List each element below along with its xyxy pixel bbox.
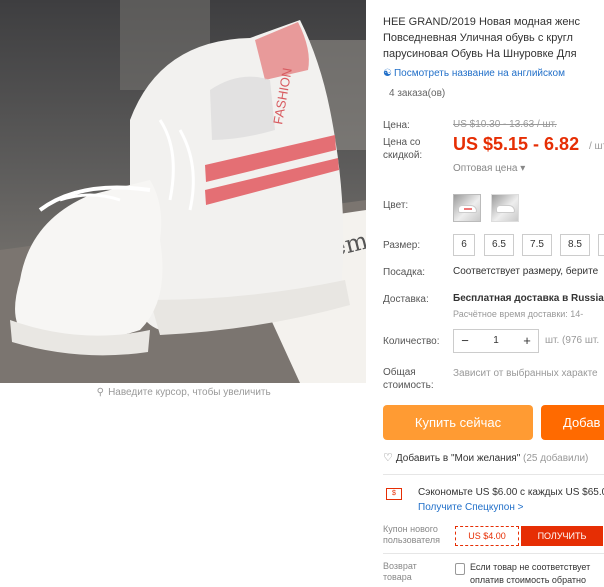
add-to-wishlist-link[interactable]: ♡ Добавить в "Мои желания" (25 добавили) — [383, 451, 588, 464]
discount-price: US $5.15 - 6.82 — [453, 134, 580, 154]
total-value: Зависит от выбранных характе — [453, 368, 598, 379]
shipping-time: Расчётное время доставки: 14- — [453, 309, 584, 319]
promo-save-text: Сэкономьте US $6.00 с каждых US $65.0 — [418, 487, 604, 498]
translate-icon: ☯ — [383, 68, 392, 79]
wishlist-count: (25 добавили) — [523, 453, 589, 464]
size-option-partial[interactable] — [598, 234, 604, 256]
size-option[interactable]: 6.5 — [484, 234, 514, 256]
size-option[interactable]: 8.5 — [560, 234, 590, 256]
quantity-increase-button[interactable]: + — [516, 330, 538, 352]
color-label: Цвет: — [383, 200, 409, 211]
divider — [383, 553, 604, 554]
old-price: US $10.30 - 13.63 / шт. — [453, 119, 557, 130]
size-option[interactable]: 6 — [453, 234, 475, 256]
color-option-2[interactable] — [491, 194, 519, 222]
return-policy-text: Если товар не соответствует оплатив стои… — [470, 562, 591, 585]
magnifier-icon: ⚲ — [96, 387, 104, 398]
get-promo-coupon-link[interactable]: Получите Спецкупон > — [418, 502, 524, 513]
fit-label: Посадка: — [383, 267, 426, 278]
fit-value: Соответствует размеру, берите — [453, 266, 599, 277]
discount-price-label: Цена со скидкой: — [383, 137, 423, 161]
shipping-label: Доставка: — [383, 294, 429, 305]
get-coupon-button[interactable]: ПОЛУЧИТЬ — [521, 526, 603, 546]
size-label: Размер: — [383, 240, 421, 251]
translate-link[interactable]: ☯ Посмотреть название на английском — [383, 68, 565, 79]
heart-icon: ♡ — [383, 452, 393, 464]
price-label: Цена: — [383, 120, 410, 131]
product-info-panel: HEE GRAND/2019 Новая модная женс Повседн… — [383, 0, 604, 587]
quantity-stepper: − 1 + — [453, 329, 539, 353]
wholesale-price-dropdown[interactable]: Оптовая цена ▾ — [453, 163, 525, 174]
quantity-label: Количество: — [383, 336, 440, 347]
coupon-icon: $ — [386, 488, 402, 500]
size-option[interactable]: 7.5 — [522, 234, 552, 256]
new-user-coupon-label: Купон нового пользователя — [383, 524, 440, 545]
product-image[interactable]: Decem FASHION — [0, 0, 366, 383]
product-title: HEE GRAND/2019 Новая модная женс Повседн… — [383, 16, 581, 60]
zoom-hint: ⚲ Наведите курсор, чтобы увеличить — [96, 387, 271, 398]
quantity-input[interactable]: 1 — [476, 330, 516, 352]
add-to-cart-button[interactable]: Добав — [541, 405, 604, 440]
quantity-decrease-button[interactable]: − — [454, 330, 476, 352]
orders-count: 4 заказа(ов) — [389, 88, 446, 99]
sneaker-photo: Decem FASHION — [0, 0, 366, 383]
shipping-value[interactable]: Бесплатная доставка в Russia — [453, 293, 604, 304]
return-policy-icon — [455, 563, 465, 575]
quantity-available: шт. (976 шт. — [545, 335, 600, 346]
color-option-1[interactable] — [453, 194, 481, 222]
coupon-value: US $4.00 — [455, 526, 519, 546]
price-unit: / шт — [589, 141, 604, 152]
total-label: Общая стоимость: — [383, 367, 434, 391]
return-label: Возврат товара — [383, 561, 417, 582]
buy-now-button[interactable]: Купить сейчас — [383, 405, 533, 440]
divider — [383, 474, 604, 475]
